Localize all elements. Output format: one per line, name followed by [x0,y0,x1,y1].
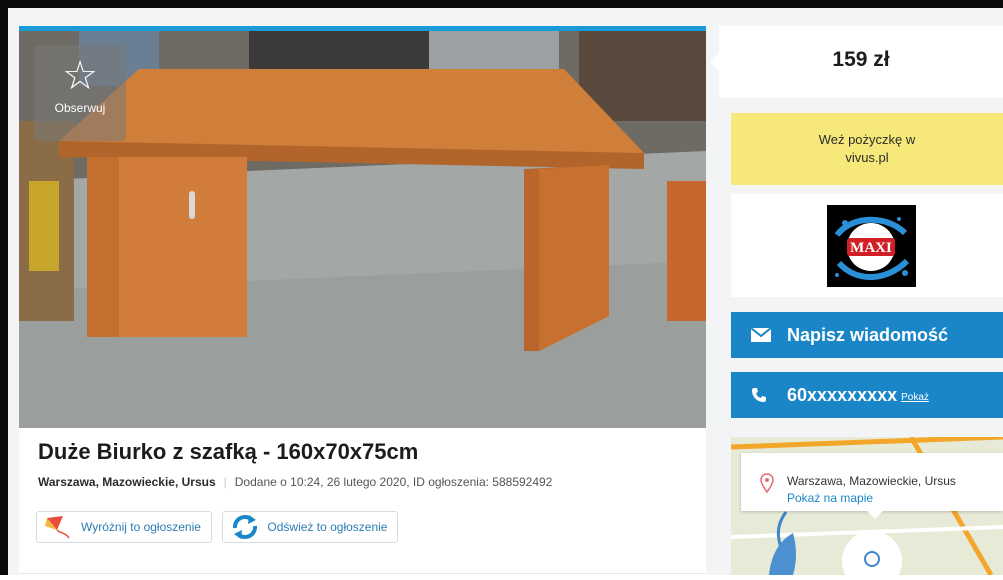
loan-ad-banner[interactable]: Weź pożyczkę w vivus.pl [731,113,1003,185]
map-location-card: Warszawa, Mazowieckie, Ursus Pokaż na ma… [741,453,1003,519]
star-icon: ☆ [62,53,98,99]
phone-show-link[interactable]: Pokaż [901,392,929,403]
envelope-icon [751,328,773,342]
promote-label: Wyróżnij to ogłoszenie [81,520,201,534]
window-frame-top [0,0,1003,8]
map-card-tail [867,511,883,519]
phone-icon [751,387,773,403]
send-message-label: Napisz wiadomość [787,324,949,345]
listing-actions: Wyróżnij to ogłoszenie Odśwież to ogłosz… [36,511,404,543]
listing-title: Duże Biurko z szafką - 160x70x75cm [38,439,419,464]
loan-ad-line1: Weź pożyczkę w [818,132,916,147]
promote-button[interactable]: Wyróżnij to ogłoszenie [36,511,212,543]
window-frame-left [0,0,8,575]
listing-location[interactable]: Warszawa, Mazowieckie, Ursus [38,475,216,489]
loan-ad-line2: vivus.pl [845,150,889,165]
refresh-icon [233,515,258,539]
refresh-button[interactable]: Odśwież to ogłoszenie [222,511,399,543]
advertiser-box[interactable]: MAXI [731,194,1003,297]
observe-label: Obserwuj [54,101,106,115]
show-on-map-link[interactable]: Pokaż na mapie [787,491,873,505]
listing-meta: Warszawa, Mazowieckie, Ursus | Dodane o 10… [38,475,552,489]
svg-text:MAXI: MAXI [850,240,892,256]
kite-icon [45,516,70,539]
price: 159 zł [832,48,890,71]
map-pin-icon [760,473,774,498]
listing-card: ☆ Obserwuj Duże Biurko z szafką - 160x70… [19,26,706,580]
phone-number: 60xxxxxxxxx [787,384,898,405]
refresh-label: Odśwież to ogłoszenie [267,520,388,534]
map-preview[interactable]: Warszawa, Mazowieckie, Ursus Pokaż na ma… [731,437,1003,575]
maxi-logo: MAXI [827,205,916,287]
listing-photo[interactable]: ☆ Obserwuj [19,31,706,428]
price-notch [710,53,719,71]
meta-separator: | [223,475,227,489]
card-divider [19,573,706,574]
show-phone-button[interactable]: 60xxxxxxxxx Pokaż [731,372,1003,418]
map-address: Warszawa, Mazowieckie, Ursus [787,474,956,488]
observe-button[interactable]: ☆ Obserwuj [34,45,126,141]
send-message-button[interactable]: Napisz wiadomość [731,312,1003,358]
price-box: 159 zł [710,26,1003,98]
listing-added-info: Dodane o 10:24, 26 lutego 2020, ID ogłos… [234,475,553,489]
